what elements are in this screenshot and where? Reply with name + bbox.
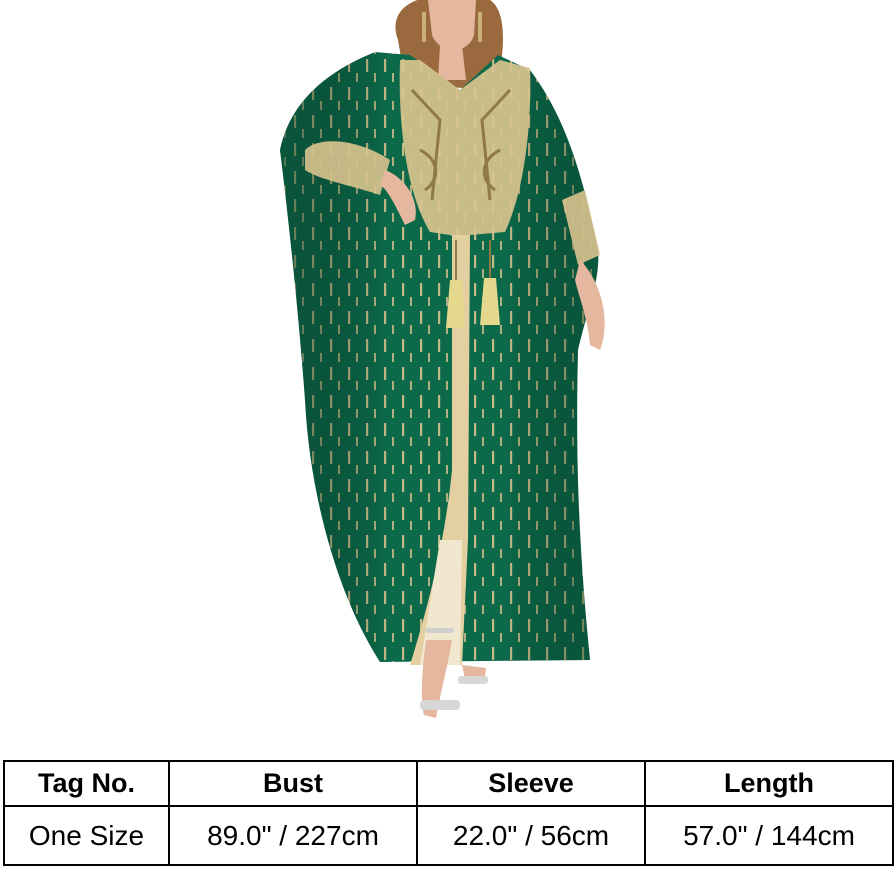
- size-chart-table: Tag No. Bust Sleeve Length One Size 89.0…: [3, 760, 894, 866]
- cell-length: 57.0" / 144cm: [644, 805, 894, 866]
- header-tag-no: Tag No.: [3, 760, 170, 807]
- table-row: One Size 89.0" / 227cm 22.0" / 56cm 57.0…: [3, 805, 894, 866]
- cell-tag-no: One Size: [3, 805, 170, 866]
- cell-sleeve: 22.0" / 56cm: [416, 805, 646, 866]
- header-length: Length: [644, 760, 894, 807]
- size-table-header-row: Tag No. Bust Sleeve Length: [3, 760, 894, 807]
- header-bust: Bust: [168, 760, 418, 807]
- product-photo: [0, 0, 896, 750]
- header-sleeve: Sleeve: [416, 760, 646, 807]
- cell-bust: 89.0" / 227cm: [168, 805, 418, 866]
